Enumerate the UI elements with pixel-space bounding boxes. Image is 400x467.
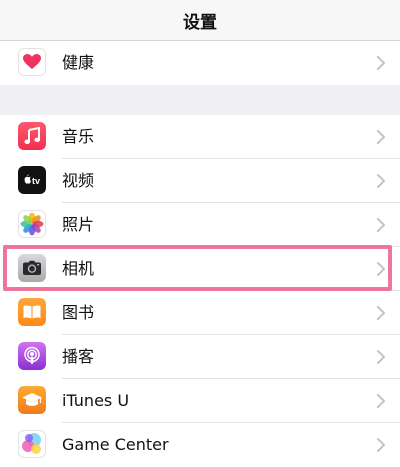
settings-row-photos[interactable]: 照片 <box>0 203 400 247</box>
settings-row-label: 音乐 <box>62 127 95 146</box>
chevron-right-icon <box>377 350 385 364</box>
game-center-icon <box>18 430 46 458</box>
settings-row-label: 播客 <box>62 347 95 366</box>
settings-group-health: 健康 <box>0 41 400 85</box>
apple-tv-icon: tv <box>18 166 46 194</box>
podcasts-icon <box>18 342 46 370</box>
settings-row-tv[interactable]: tv 视频 <box>0 159 400 203</box>
page-title: 设置 <box>183 12 217 33</box>
navigation-bar: 设置 <box>0 0 400 41</box>
music-note-icon <box>18 122 46 150</box>
settings-row-label: Game Center <box>62 435 169 454</box>
settings-row-label: 视频 <box>62 171 95 190</box>
settings-row-label: 图书 <box>62 303 95 322</box>
settings-row-label: 相机 <box>62 259 95 278</box>
settings-row-label: 照片 <box>62 215 95 234</box>
chevron-right-icon <box>377 438 385 452</box>
itunes-u-icon <box>18 386 46 414</box>
settings-row-health[interactable]: 健康 <box>0 41 400 85</box>
settings-row-books[interactable]: 图书 <box>0 291 400 335</box>
apple-tv-icon-text: tv <box>32 176 40 186</box>
chevron-right-icon <box>377 306 385 320</box>
settings-row-podcasts[interactable]: 播客 <box>0 335 400 379</box>
photos-flower-icon <box>18 210 46 238</box>
chevron-right-icon <box>377 174 385 188</box>
settings-row-label: 健康 <box>62 53 95 72</box>
camera-icon <box>18 254 46 282</box>
chevron-right-icon <box>377 262 385 276</box>
health-heart-icon <box>18 48 46 76</box>
chevron-right-icon <box>377 56 385 70</box>
chevron-right-icon <box>377 130 385 144</box>
settings-row-camera[interactable]: 相机 <box>0 247 400 291</box>
settings-row-music[interactable]: 音乐 <box>0 115 400 159</box>
books-icon <box>18 298 46 326</box>
settings-row-game-center[interactable]: Game Center <box>0 423 400 467</box>
chevron-right-icon <box>377 218 385 232</box>
settings-row-itunes-u[interactable]: iTunes U <box>0 379 400 423</box>
settings-row-label: iTunes U <box>62 391 130 410</box>
settings-group-media: 音乐 tv 视频 照片 相机 图书 播客 iTunes U Game Cente… <box>0 115 400 467</box>
chevron-right-icon <box>377 394 385 408</box>
